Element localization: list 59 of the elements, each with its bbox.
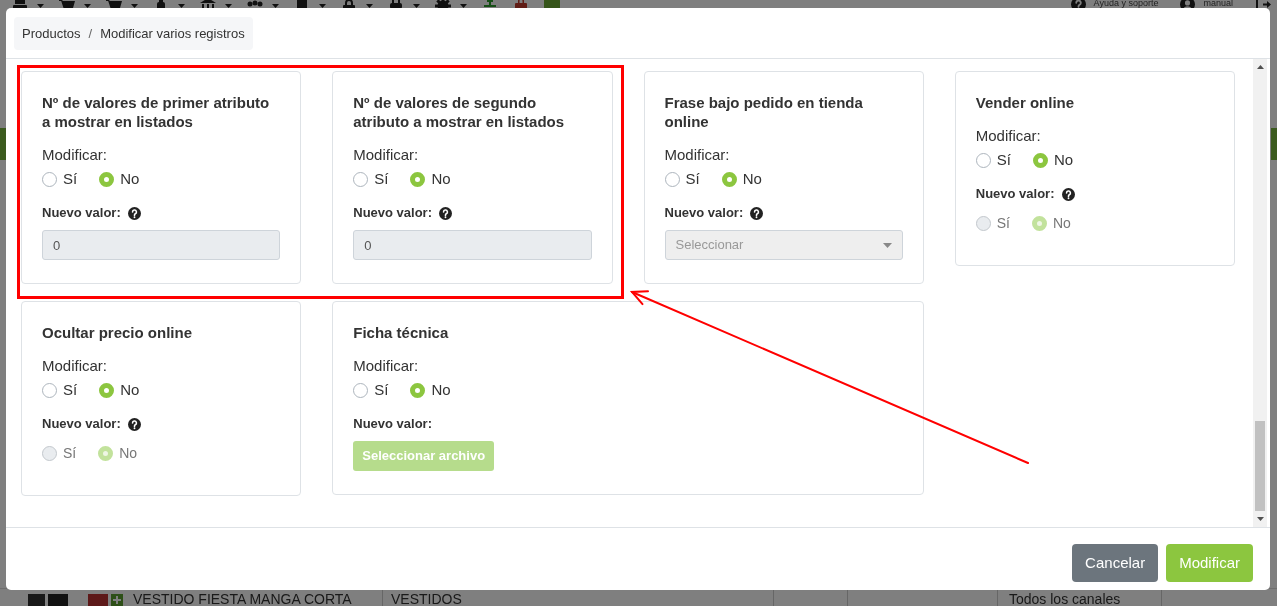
breadcrumb-current: Modificar varios registros (100, 24, 245, 43)
toolbar-link[interactable]: manual (1203, 0, 1233, 7)
field-label: Modificar: (42, 145, 109, 165)
footer-button[interactable]: Cancelar (1072, 544, 1159, 582)
field-title: Ficha técnica (353, 323, 450, 342)
field-label: Nuevo valor: (42, 415, 121, 433)
radio-button[interactable] (42, 382, 57, 398)
radio-button[interactable] (975, 152, 991, 168)
field-label: Modificar: (353, 145, 420, 165)
radio-button[interactable] (664, 171, 680, 187)
radio-button[interactable] (99, 382, 115, 398)
field-title: Frase bajo pedido en tienda online (664, 93, 864, 131)
field-title: Nº de valores de segundo atributo a mostrar en listados (353, 93, 566, 131)
option-label[interactable]: No (431, 380, 451, 400)
radio-button[interactable] (99, 171, 115, 187)
radio-button[interactable] (721, 171, 737, 187)
option-label[interactable]: Sí (685, 169, 700, 189)
option-label[interactable]: No (1053, 150, 1074, 170)
option-label[interactable]: No (431, 169, 451, 189)
breadcrumb-link[interactable]: Productos (22, 23, 81, 44)
scrollbar[interactable] (1253, 59, 1267, 527)
photo-placeholder (88, 594, 108, 606)
option-label[interactable]: Sí (63, 169, 78, 189)
option-label[interactable]: Sí (996, 150, 1011, 170)
field-label: Modificar: (353, 356, 420, 376)
caret-icon (882, 242, 892, 248)
option-label[interactable]: No (120, 169, 140, 189)
field-label: Modificar: (975, 126, 1042, 146)
field-label: Modificar: (664, 145, 731, 165)
field-label: Modificar: (42, 356, 109, 376)
page-bar (1271, 128, 1277, 160)
option-label[interactable]: Sí (374, 169, 389, 189)
radio-button[interactable] (410, 171, 426, 187)
field-label: Nuevo valor: (664, 204, 744, 222)
table-cell-text: VESTIDO FIESTA MANGA CORTA (132, 590, 353, 606)
field-label: Nuevo valor: (353, 415, 432, 433)
toolbar-link[interactable]: Ayuda y soporte (1093, 0, 1159, 7)
arrow-down-icon[interactable] (1256, 517, 1264, 521)
option-label[interactable]: Sí (63, 380, 78, 400)
radio-button[interactable] (1032, 152, 1048, 168)
field-label: Nuevo valor: (42, 204, 121, 222)
radio-button[interactable] (410, 382, 426, 398)
option-label[interactable]: No (742, 169, 762, 189)
option-label[interactable]: Sí (374, 380, 389, 400)
photo-placeholder (28, 594, 45, 606)
radio-button[interactable] (353, 171, 369, 187)
arrow-up-icon[interactable] (1256, 65, 1264, 69)
breadcrumb-separator: / (88, 24, 93, 43)
photo-placeholder (48, 594, 68, 606)
radio-button[interactable] (353, 382, 369, 398)
radio-button[interactable] (42, 171, 57, 187)
page-bar (0, 128, 6, 160)
field-title: Vender online (975, 93, 1076, 112)
option-label[interactable]: No (120, 380, 140, 400)
scrollbar-thumb[interactable] (1255, 421, 1265, 511)
field-label: Nuevo valor: (353, 204, 432, 222)
field-label: Nuevo valor: (975, 185, 1055, 203)
field-title: Nº de valores de primer atributo a mostrar en listados (42, 93, 271, 131)
field-title: Ocultar precio online (42, 323, 194, 342)
